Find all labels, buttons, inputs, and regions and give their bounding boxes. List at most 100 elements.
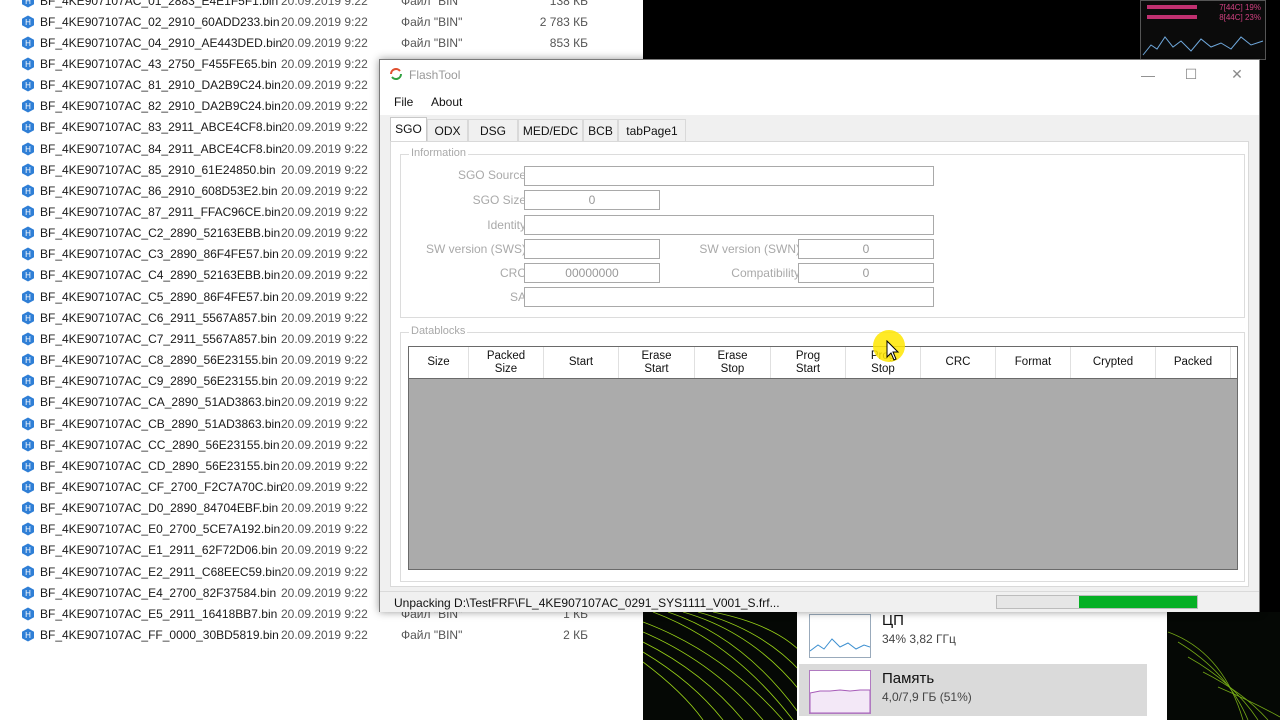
swn-field[interactable] xyxy=(798,239,934,259)
file-name: BF_4KE907107AC_FF_0000_30BD5819.bin xyxy=(40,628,279,642)
menu-bar: File About xyxy=(380,89,1259,115)
file-date: 20.09.2019 9:22 xyxy=(281,416,368,431)
unpack-progress-bar xyxy=(996,595,1198,609)
svg-text:H: H xyxy=(25,589,31,598)
bin-file-icon: H xyxy=(22,374,34,388)
tab-sgo[interactable]: SGO xyxy=(390,117,427,141)
file-date: 20.09.2019 9:22 xyxy=(281,585,368,600)
crc-field[interactable] xyxy=(524,263,660,283)
file-row[interactable]: H BF_4KE907107AC_FF_0000_30BD5819.bin 20.0… xyxy=(0,625,643,646)
maximize-button[interactable]: ☐ xyxy=(1168,60,1214,89)
grid-header: Size Packed Size Start Erase Start Erase Sto… xyxy=(409,347,1237,379)
file-name: BF_4KE907107AC_C4_2890_52163EBB.bin xyxy=(40,268,281,283)
file-date: 20.09.2019 9:22 xyxy=(281,458,368,473)
file-date: 20.09.2019 9:22 xyxy=(281,205,368,219)
cpu-core-line-8: 8[44C] 23% xyxy=(1219,13,1261,22)
window-title: FlashTool xyxy=(409,68,461,82)
sgo-size-label: SGO Size xyxy=(472,193,526,207)
file-row[interactable]: H BF_4KE907107AC_04_2910_AE443DED.bin 20.0… xyxy=(0,32,643,53)
bin-file-icon: H xyxy=(22,226,34,240)
file-type: Файл "BIN" xyxy=(401,35,463,50)
bin-file-icon: H xyxy=(22,522,34,536)
title-bar[interactable]: FlashTool — ☐ ✕ xyxy=(380,60,1259,89)
tab-tabpage1[interactable]: tabPage1 xyxy=(618,119,686,141)
file-name: BF_4KE907107AC_04_2910_AE443DED.bin xyxy=(40,35,283,50)
file-date: 20.09.2019 9:22 xyxy=(281,564,368,579)
svg-text:H: H xyxy=(25,568,31,577)
tm-memory-item[interactable]: Память 4,0/7,9 ГБ (51%) xyxy=(799,664,1147,716)
bin-file-icon: H xyxy=(22,459,34,473)
datablocks-grid[interactable]: Size Packed Size Start Erase Start Erase Sto… xyxy=(408,346,1238,570)
identity-field[interactable] xyxy=(524,215,934,235)
bin-file-icon: H xyxy=(22,15,34,29)
file-date: 20.09.2019 9:22 xyxy=(281,35,368,50)
tab-dsg[interactable]: DSG xyxy=(468,119,518,141)
bin-file-icon: H xyxy=(22,163,34,177)
sgo-source-field[interactable] xyxy=(524,166,934,186)
close-button[interactable]: ✕ xyxy=(1214,60,1260,89)
tm-cpu-sub: 34% 3,82 ГГц xyxy=(882,632,956,646)
menu-about[interactable]: About xyxy=(431,95,462,109)
tab-med-edc[interactable]: MED/EDC xyxy=(518,119,583,141)
grid-column-header[interactable]: Start xyxy=(544,347,619,378)
bin-file-icon: H xyxy=(22,480,34,494)
minimize-icon: — xyxy=(1141,66,1155,83)
tab-bcb[interactable]: BCB xyxy=(583,119,618,141)
sws-field[interactable] xyxy=(524,239,660,259)
bin-file-icon: H xyxy=(22,311,34,325)
file-date: 20.09.2019 9:22 xyxy=(281,628,368,642)
swn-label: SW version (SWN) xyxy=(699,242,800,256)
bin-file-icon: H xyxy=(22,628,34,642)
file-name: BF_4KE907107AC_86_2910_608D53E2.bin xyxy=(40,183,278,198)
file-name: BF_4KE907107AC_02_2910_60ADD233.bin xyxy=(40,14,280,29)
grid-column-header[interactable]: Erase Stop xyxy=(695,347,771,378)
sgo-size-field[interactable] xyxy=(524,190,660,210)
svg-text:H: H xyxy=(25,81,31,90)
svg-text:H: H xyxy=(25,102,31,111)
svg-text:H: H xyxy=(25,271,31,280)
file-date: 20.09.2019 9:22 xyxy=(281,226,368,241)
file-date: 20.09.2019 9:22 xyxy=(281,162,368,177)
sa-field[interactable] xyxy=(524,287,934,307)
bin-file-icon: H xyxy=(22,120,34,134)
datablocks-legend: Datablocks xyxy=(409,325,468,337)
svg-text:H: H xyxy=(25,60,31,69)
svg-text:H: H xyxy=(25,229,31,238)
file-name: BF_4KE907107AC_87_2911_FFAC96CE.bin xyxy=(40,205,281,219)
file-date: 20.09.2019 9:22 xyxy=(281,310,368,325)
file-date: 20.09.2019 9:22 xyxy=(281,395,368,410)
svg-text:H: H xyxy=(25,145,31,154)
file-name: BF_4KE907107AC_C6_2911_5567A857.bin xyxy=(40,310,277,325)
grid-column-header[interactable]: Prog Start xyxy=(771,347,846,378)
grid-column-header[interactable]: Size xyxy=(409,347,469,378)
minimize-button[interactable]: — xyxy=(1125,60,1171,89)
file-size: 853 КБ xyxy=(549,35,588,50)
bin-file-icon: H xyxy=(22,607,34,621)
file-date: 20.09.2019 9:22 xyxy=(281,120,368,135)
file-type: Файл "BIN" xyxy=(401,628,463,642)
svg-text:H: H xyxy=(25,123,31,132)
svg-text:H: H xyxy=(25,631,31,640)
tm-cpu-item[interactable]: ЦП 34% 3,82 ГГц xyxy=(799,612,1147,664)
grid-column-header[interactable]: Format xyxy=(996,347,1071,378)
identity-label: Identity xyxy=(487,218,526,232)
file-date: 20.09.2019 9:22 xyxy=(281,183,368,198)
compatibility-field[interactable] xyxy=(798,263,934,283)
grid-column-header[interactable]: CRC xyxy=(921,347,996,378)
file-name: BF_4KE907107AC_E2_2911_C68EEC59.bin xyxy=(40,564,282,579)
file-date: 20.09.2019 9:22 xyxy=(281,78,368,93)
file-row[interactable]: H BF_4KE907107AC_02_2910_60ADD233.bin 20.0… xyxy=(0,11,643,32)
tab-odx[interactable]: ODX xyxy=(427,119,468,141)
svg-text:H: H xyxy=(25,356,31,365)
file-date: 20.09.2019 9:22 xyxy=(281,501,368,516)
file-size: 138 КБ xyxy=(549,0,588,8)
menu-file[interactable]: File xyxy=(394,95,413,109)
grid-column-header[interactable]: Erase Start xyxy=(619,347,695,378)
grid-column-header[interactable]: Packed Size xyxy=(469,347,544,378)
svg-text:H: H xyxy=(25,208,31,217)
file-row[interactable]: H BF_4KE907107AC_01_2883_E4E1F5F1.bin 20.0… xyxy=(0,0,643,11)
file-name: BF_4KE907107AC_C3_2890_86F4FE57.bin xyxy=(40,247,279,262)
file-date: 20.09.2019 9:22 xyxy=(281,99,368,114)
grid-column-header[interactable]: Crypted xyxy=(1071,347,1156,378)
grid-column-header[interactable]: Packed xyxy=(1156,347,1231,378)
